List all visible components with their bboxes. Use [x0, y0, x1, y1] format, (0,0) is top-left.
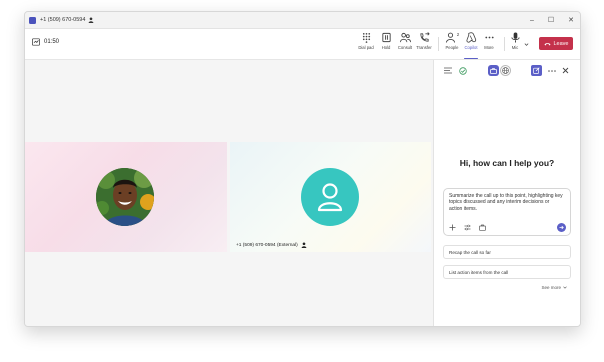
settings-sliders-icon[interactable] [464, 224, 471, 231]
work-mode-icon[interactable] [488, 65, 499, 76]
prompt-text[interactable]: Summarize the call up to this point, hig… [449, 193, 564, 212]
leave-button[interactable]: Leave [539, 37, 573, 50]
briefcase-icon[interactable] [479, 224, 486, 231]
person-icon [301, 242, 307, 248]
consult-icon [399, 32, 411, 43]
toolbar-divider [438, 37, 439, 51]
close-window-button[interactable]: ✕ [568, 16, 574, 24]
web-mode-globe-icon[interactable] [500, 65, 511, 76]
people-count: 2 [456, 32, 460, 37]
more-icon [484, 36, 494, 39]
hold-label: Hold [381, 45, 391, 50]
title-bar: +1 (509) 670-0594 – ☐ ✕ [25, 12, 580, 29]
transfer-label: Transfer [416, 45, 432, 50]
suggestion-recap[interactable]: Recap the call so far [443, 245, 571, 259]
transfer-button[interactable]: Transfer [413, 32, 435, 56]
leave-label: Leave [553, 40, 569, 47]
panel-menu-icon[interactable] [442, 65, 453, 76]
new-chat-icon[interactable] [531, 65, 542, 76]
remote-video-tile: +1 (509) 670-0594 (External) [230, 142, 431, 252]
call-timer: 01:50 [32, 38, 59, 46]
copilot-label: Copilot [464, 45, 478, 50]
timer-text: 01:50 [44, 39, 60, 45]
window-title: +1 (509) 670-0594 [40, 17, 86, 23]
portrait-image [96, 168, 154, 226]
participant-photo [96, 168, 154, 226]
transfer-icon [419, 32, 430, 42]
more-button[interactable]: More [478, 32, 500, 56]
prompt-input[interactable]: Summarize the call up to this point, hig… [443, 188, 571, 236]
panel-more-icon[interactable] [546, 65, 557, 76]
copilot-greeting: Hi, how can I help you? [459, 158, 555, 168]
teams-call-window: +1 (509) 670-0594 – ☐ ✕ 01:50 Dial pad H… [24, 11, 581, 327]
participant-label: +1 (509) 670-0594 (External) [236, 242, 307, 248]
hang-up-icon [544, 42, 550, 45]
dial-pad-label: Dial pad [358, 45, 374, 50]
consult-label: Consult [397, 45, 413, 50]
mic-button[interactable]: Mic [504, 32, 526, 56]
call-toolbar: 01:50 Dial pad Hold Consult Transfer 2 P… [25, 29, 580, 60]
avatar [301, 168, 359, 226]
teams-logo-icon [29, 16, 36, 24]
copilot-panel: Hi, how can I help you? Summarize the ca… [433, 60, 580, 326]
copilot-icon [465, 32, 476, 43]
mic-options-chevron-icon[interactable] [524, 42, 529, 47]
add-icon[interactable] [449, 224, 456, 231]
see-more-link[interactable]: See more [541, 285, 567, 290]
mic-label: Mic [511, 45, 519, 50]
send-arrow-icon [559, 225, 564, 230]
hold-icon [381, 32, 391, 43]
video-stage: +1 (509) 670-0594 (External) [25, 60, 433, 326]
people-icon [445, 32, 455, 43]
mic-icon [510, 32, 520, 43]
people-label: People [445, 45, 459, 50]
chevron-down-icon [563, 286, 567, 289]
maximize-button[interactable]: ☐ [548, 16, 554, 24]
more-label: More [484, 45, 494, 50]
send-button[interactable] [557, 223, 566, 232]
suggestion-action-items[interactable]: List action items from the call [443, 265, 571, 279]
dialpad-icon [362, 33, 370, 43]
participant-name: +1 (509) 670-0594 (External) [236, 242, 298, 248]
person-avatar-icon [317, 183, 343, 212]
dial-pad-button[interactable]: Dial pad [355, 32, 377, 56]
minimize-button[interactable]: – [530, 17, 534, 24]
see-more-label: See more [541, 285, 561, 290]
self-video-tile [25, 142, 227, 252]
close-panel-icon[interactable] [560, 65, 571, 76]
person-icon [89, 17, 94, 23]
status-check-icon[interactable] [457, 65, 468, 76]
call-quality-icon [32, 38, 40, 46]
